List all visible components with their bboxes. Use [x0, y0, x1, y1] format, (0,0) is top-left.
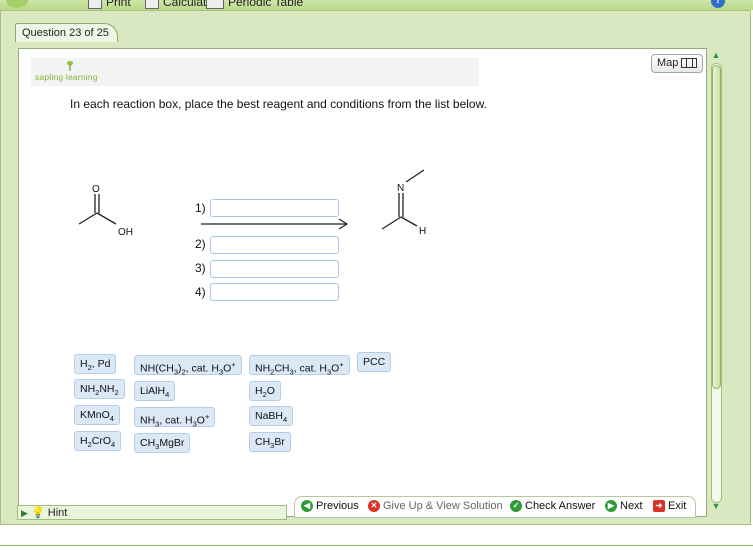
product-structure — [381, 169, 425, 230]
printer-icon — [88, 0, 102, 9]
calculator-icon — [145, 0, 159, 9]
slot-2-label: 2) — [195, 237, 206, 251]
app-logo — [6, 0, 28, 8]
reagent-h2o[interactable]: H2O — [249, 381, 281, 401]
reagent-nh2me[interactable]: NH2CH3, cat. H3O+ — [249, 355, 350, 377]
question-counter-tab: Question 23 of 25 — [15, 23, 118, 42]
reaction-slot-2[interactable] — [210, 236, 339, 254]
scroll-thumb[interactable] — [712, 65, 721, 389]
reaction-slot-4[interactable] — [210, 283, 339, 301]
previous-arrow-icon: ◀ — [301, 500, 313, 513]
periodic-table-icon — [206, 0, 224, 9]
reagent-ch3mgbr[interactable]: CH3MgBr — [134, 433, 191, 453]
give-up-button[interactable]: ✕ Give Up & View Solution — [368, 500, 503, 513]
reagent-nh3[interactable]: NH3, cat. H3O+ — [134, 407, 216, 429]
reagent-hydrazine[interactable]: NH2NH2 — [74, 379, 125, 399]
reactant-oxygen-label: O — [92, 184, 100, 195]
slot-4-label: 4) — [195, 285, 206, 299]
vertical-scrollbar[interactable]: ▲ ▼ — [709, 49, 723, 515]
scroll-up-icon[interactable]: ▲ — [710, 49, 722, 61]
product-hydrogen-label: H — [419, 226, 426, 237]
hint-bulb-icon: 💡 — [30, 507, 45, 519]
scroll-track[interactable] — [711, 63, 722, 503]
give-up-x-icon: ✕ — [368, 500, 380, 513]
expand-triangle-icon: ▶ — [21, 508, 28, 518]
slot-3-label: 3) — [195, 261, 206, 275]
top-toolbar: Print Calculator Periodic Table ? — [0, 0, 753, 10]
hint-bar[interactable]: ▶ 💡 Hint — [17, 505, 287, 520]
question-panel: sapling learning Map In each reaction bo… — [18, 48, 707, 517]
reactant-hydroxyl-label: OH — [118, 227, 133, 238]
print-button[interactable]: Print — [88, 0, 131, 9]
reagent-nhme2[interactable]: NH(CH3)2, cat. H3O+ — [134, 355, 242, 377]
next-arrow-icon: ▶ — [605, 500, 617, 513]
next-button[interactable]: ▶ Next — [605, 500, 643, 513]
reactant-structure — [78, 194, 117, 225]
reagent-pcc[interactable]: PCC — [357, 352, 392, 372]
reaction-slot-1[interactable] — [210, 199, 339, 217]
reaction-slot-3[interactable] — [210, 260, 339, 278]
scroll-down-icon[interactable]: ▼ — [710, 500, 722, 512]
reagent-ch3br[interactable]: CH3Br — [249, 432, 291, 452]
reagent-lialh4[interactable]: LiAlH4 — [134, 381, 176, 401]
reaction-scheme: O OH N H — [78, 169, 426, 238]
bottom-border — [0, 545, 753, 546]
reaction-arrow — [201, 218, 349, 230]
product-nitrogen-label: N — [397, 183, 404, 194]
reagent-nabh4[interactable]: NaBH4 — [249, 406, 294, 426]
help-button[interactable]: ? — [711, 0, 725, 8]
question-nav-bar: ◀ Previous ✕ Give Up & View Solution ✓ Chec… — [294, 496, 696, 518]
hint-label: Hint — [47, 507, 68, 519]
reagent-kmno4[interactable]: KMnO4 — [74, 405, 120, 425]
question-frame: Question 23 of 25 sapling learning Map I… — [0, 10, 751, 525]
check-icon: ✓ — [510, 500, 522, 513]
exit-button[interactable]: ➜ Exit — [653, 500, 686, 513]
previous-button[interactable]: ◀ Previous — [301, 500, 359, 513]
periodic-table-button[interactable]: Periodic Table — [206, 0, 303, 9]
reagent-h2-pd[interactable]: H2, Pd — [74, 354, 117, 374]
check-answer-button[interactable]: ✓ Check Answer — [510, 500, 595, 513]
reagent-h2cro4[interactable]: H2CrO4 — [74, 431, 122, 451]
exit-door-icon: ➜ — [653, 500, 665, 513]
slot-1-label: 1) — [195, 201, 206, 215]
